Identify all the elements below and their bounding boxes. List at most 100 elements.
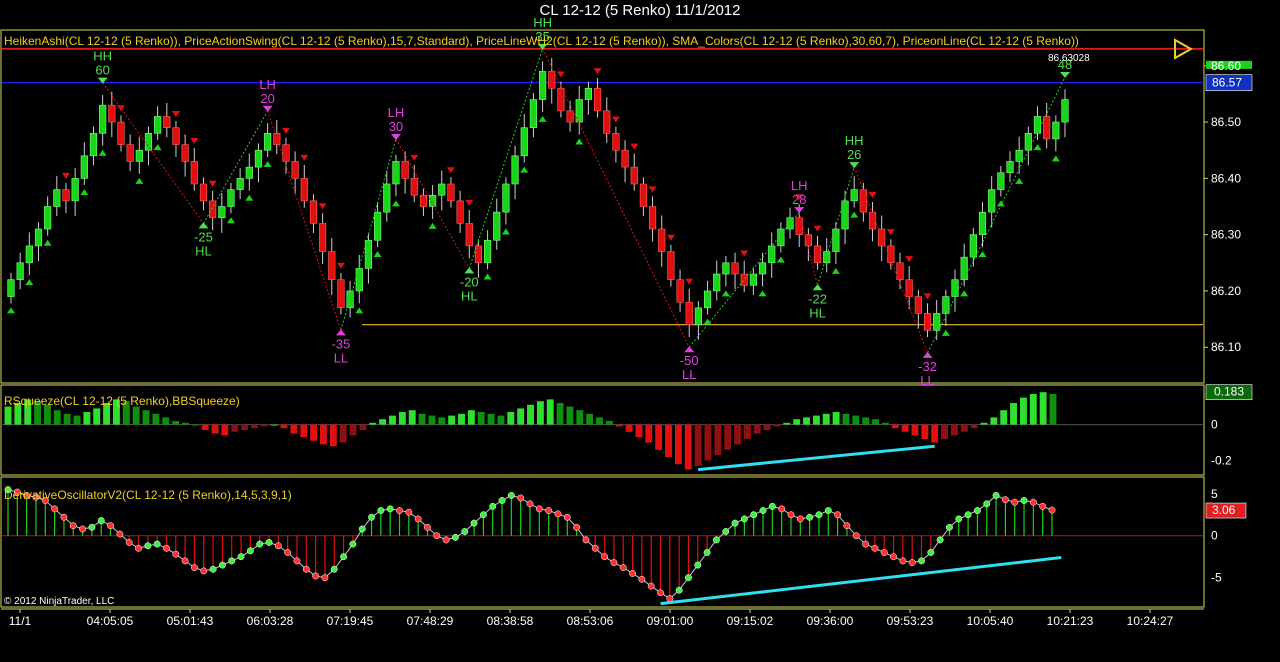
candle-down[interactable]: [328, 251, 336, 280]
candle-down[interactable]: [813, 245, 822, 264]
candle-down[interactable]: [447, 183, 455, 202]
candle-down[interactable]: [548, 71, 556, 89]
candle-up[interactable]: [392, 161, 400, 185]
candle-up[interactable]: [34, 228, 43, 247]
candle-up[interactable]: [1061, 99, 1069, 123]
candle-down[interactable]: [1043, 116, 1051, 140]
candle-down[interactable]: [685, 301, 693, 326]
candle-up[interactable]: [1052, 121, 1060, 140]
candle-up[interactable]: [969, 234, 977, 258]
candle-down[interactable]: [630, 166, 638, 185]
candle-up[interactable]: [89, 133, 98, 157]
candle-up[interactable]: [438, 183, 446, 196]
candle-up[interactable]: [694, 307, 702, 326]
candle-down[interactable]: [465, 223, 473, 247]
candle-up[interactable]: [832, 228, 840, 252]
candle-down[interactable]: [740, 273, 748, 286]
candle-up[interactable]: [758, 262, 767, 275]
candle-up[interactable]: [236, 178, 244, 190]
candle-up[interactable]: [245, 166, 253, 179]
candle-up[interactable]: [703, 290, 712, 309]
candle-down[interactable]: [896, 262, 904, 280]
candle-down[interactable]: [291, 161, 299, 179]
candle-down[interactable]: [199, 183, 208, 202]
candle-down[interactable]: [190, 161, 198, 185]
candle-up[interactable]: [1024, 133, 1032, 151]
candle-down[interactable]: [456, 200, 464, 224]
candle-down[interactable]: [181, 144, 189, 162]
candle-down[interactable]: [905, 279, 913, 297]
candle-down[interactable]: [648, 206, 657, 230]
candle-down[interactable]: [731, 262, 739, 275]
candle-up[interactable]: [16, 262, 24, 280]
candle-down[interactable]: [658, 228, 666, 252]
candle-down[interactable]: [300, 178, 308, 202]
candle-up[interactable]: [997, 172, 1005, 190]
candle-up[interactable]: [1006, 161, 1014, 174]
candle-up[interactable]: [933, 313, 941, 331]
candle-down[interactable]: [319, 223, 327, 252]
candle-down[interactable]: [557, 87, 565, 112]
candle-down[interactable]: [282, 144, 290, 162]
candle-down[interactable]: [612, 133, 620, 151]
candle-up[interactable]: [978, 211, 987, 235]
candle-down[interactable]: [172, 127, 180, 145]
candle-up[interactable]: [511, 155, 519, 185]
candle-down[interactable]: [593, 87, 602, 112]
candle-down[interactable]: [309, 200, 318, 224]
candle-up[interactable]: [99, 104, 107, 134]
candle-up[interactable]: [713, 273, 721, 292]
derivative-oscillator-pane[interactable]: [2, 486, 1247, 606]
candle-up[interactable]: [529, 99, 538, 128]
candle-down[interactable]: [117, 121, 125, 145]
candle-up[interactable]: [44, 206, 52, 230]
candle-down[interactable]: [209, 200, 217, 219]
candle-down[interactable]: [108, 104, 116, 123]
candle-up[interactable]: [483, 239, 492, 264]
candle-up[interactable]: [71, 178, 79, 202]
candle-up[interactable]: [364, 239, 373, 269]
candle-up[interactable]: [53, 189, 61, 207]
candle-down[interactable]: [401, 161, 409, 179]
candle-up[interactable]: [227, 189, 235, 207]
candle-down[interactable]: [667, 251, 675, 280]
candle-down[interactable]: [126, 144, 134, 162]
candle-up[interactable]: [218, 206, 226, 219]
candle-up[interactable]: [1033, 116, 1042, 134]
candle-up[interactable]: [502, 183, 510, 213]
candle-up[interactable]: [768, 245, 776, 264]
candle-up[interactable]: [786, 217, 794, 230]
candle-down[interactable]: [621, 149, 629, 168]
candle-up[interactable]: [429, 194, 437, 207]
trading-chart[interactable]: 60HH-25HL20LH-35LL30LH-20HL35HH-50LL28LH…: [0, 0, 1280, 662]
candle-up[interactable]: [154, 116, 162, 134]
candle-up[interactable]: [80, 155, 88, 179]
candle-down[interactable]: [923, 313, 932, 331]
candle-up[interactable]: [749, 273, 757, 286]
candle-up[interactable]: [850, 189, 858, 202]
candle-up[interactable]: [144, 133, 153, 151]
candle-down[interactable]: [337, 279, 345, 309]
candle-up[interactable]: [988, 189, 996, 213]
candle-up[interactable]: [520, 127, 528, 157]
candle-up[interactable]: [538, 71, 547, 100]
candle-down[interactable]: [566, 110, 574, 123]
candle-up[interactable]: [254, 149, 263, 168]
candle-up[interactable]: [25, 245, 33, 264]
candle-up[interactable]: [1015, 149, 1023, 162]
candle-down[interactable]: [676, 279, 684, 303]
candle-up[interactable]: [135, 149, 143, 162]
candle-down[interactable]: [639, 183, 647, 207]
candle-down[interactable]: [419, 194, 428, 207]
price-pane[interactable]: [2, 38, 1253, 358]
candle-down[interactable]: [859, 189, 867, 213]
candle-up[interactable]: [383, 183, 391, 213]
candle-up[interactable]: [942, 296, 950, 314]
candle-up[interactable]: [493, 211, 501, 241]
candle-down[interactable]: [603, 110, 611, 134]
candle-down[interactable]: [410, 178, 418, 196]
candle-down[interactable]: [62, 189, 70, 202]
candle-up[interactable]: [7, 279, 15, 297]
candle-up[interactable]: [722, 262, 730, 275]
candle-down[interactable]: [914, 296, 922, 314]
